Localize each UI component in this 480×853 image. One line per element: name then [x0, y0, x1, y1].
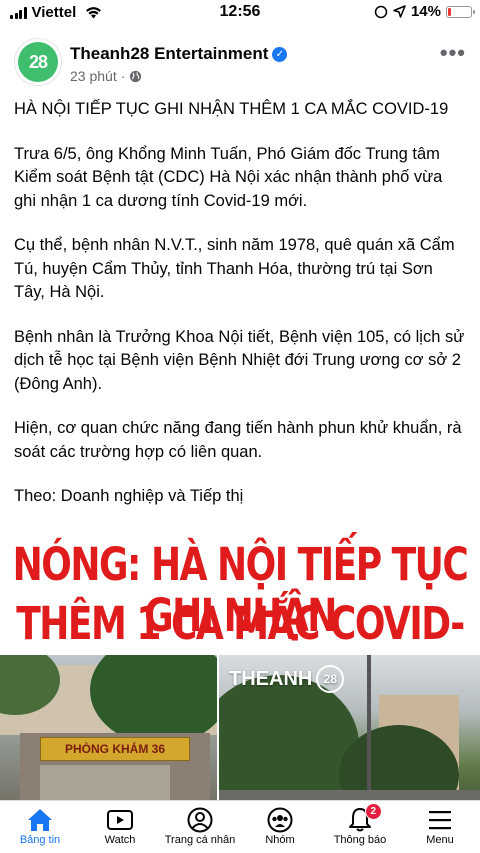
- bottom-nav: Bảng tin Watch Trang cá nhân Nhóm 2 Thôn…: [0, 800, 480, 853]
- post-paragraph: HÀ NỘI TIẾP TỤC GHI NHẬN THÊM 1 CA MẮC C…: [14, 100, 449, 118]
- menu-icon: [426, 807, 454, 833]
- moon-icon: [374, 5, 388, 18]
- meta-separator: ·: [120, 68, 126, 84]
- verified-badge-icon: ✓: [272, 46, 288, 62]
- nav-item-menu[interactable]: Menu: [400, 801, 480, 853]
- nav-label: Menu: [426, 834, 454, 846]
- post-time[interactable]: 23 phút: [70, 68, 117, 84]
- image-headline: NÓNG: HÀ NỘI TIẾP TỤC GHI NHẬN THÊM 1 CA…: [0, 525, 480, 701]
- post-paragraph: Hiện, cơ quan chức năng đang tiến hành p…: [14, 419, 462, 461]
- post-image[interactable]: NÓNG: HÀ NỘI TIẾP TỤC GHI NHẬN THÊM 1 CA…: [0, 525, 480, 815]
- post-paragraph: Cụ thể, bệnh nhân N.V.T., sinh năm 1978,…: [14, 236, 455, 301]
- post-body: HÀ NỘI TIẾP TỤC GHI NHẬN THÊM 1 CA MẮC C…: [14, 98, 466, 530]
- avatar-logo: 28: [18, 42, 58, 82]
- nav-item-notifications[interactable]: 2 Thông báo: [320, 801, 400, 853]
- post-source: Theo: Doanh nghiệp và Tiếp thị: [14, 487, 244, 505]
- page-name[interactable]: Theanh28 Entertainment: [70, 44, 268, 64]
- nav-label: Thông báo: [333, 834, 387, 846]
- nav-label: Bảng tin: [19, 834, 61, 846]
- nav-item-watch[interactable]: Watch: [80, 801, 160, 853]
- watermark: THEANH 28: [229, 665, 345, 693]
- battery-icon: [446, 5, 475, 18]
- nav-item-profile[interactable]: Trang cá nhân: [160, 801, 240, 853]
- watch-icon: [106, 807, 134, 833]
- nav-item-groups[interactable]: Nhóm: [240, 801, 320, 853]
- watermark-text: THEANH: [229, 667, 313, 690]
- nav-label: Watch: [104, 834, 136, 846]
- post-meta: 23 phút ·: [70, 68, 142, 84]
- notification-badge: 2: [364, 803, 382, 820]
- profile-icon: [186, 807, 214, 833]
- watermark-badge: 28: [316, 665, 345, 693]
- battery-percent: 14%: [410, 3, 441, 20]
- location-icon: [393, 5, 406, 18]
- groups-icon: [266, 807, 294, 833]
- nav-label: Trang cá nhân: [164, 834, 236, 846]
- page-name-row[interactable]: Theanh28 Entertainment ✓: [70, 44, 288, 64]
- more-options-button[interactable]: •••: [440, 40, 466, 66]
- status-right: 14%: [374, 3, 475, 20]
- street-photo: THEANH 28: [219, 655, 480, 815]
- post-paragraph: Trưa 6/5, ông Khổng Minh Tuấn, Phó Giám …: [14, 144, 443, 210]
- globe-icon: [130, 70, 142, 82]
- avatar[interactable]: 28: [14, 38, 62, 86]
- status-bar: Viettel 12:56 14%: [0, 0, 480, 26]
- post-paragraph: Bệnh nhân là Trưởng Khoa Nội tiết, Bệnh …: [14, 327, 465, 393]
- clinic-photo: PHÒNG KHÁM 36: [0, 655, 217, 815]
- post-header: 28 Theanh28 Entertainment ✓ 23 phút · ••…: [14, 38, 470, 88]
- image-photos: PHÒNG KHÁM 36 THEANH 28: [0, 655, 480, 815]
- nav-item-news-feed[interactable]: Bảng tin: [0, 801, 80, 853]
- clinic-sign: PHÒNG KHÁM 36: [40, 737, 190, 761]
- home-icon: [26, 807, 54, 833]
- nav-label: Nhóm: [265, 834, 295, 846]
